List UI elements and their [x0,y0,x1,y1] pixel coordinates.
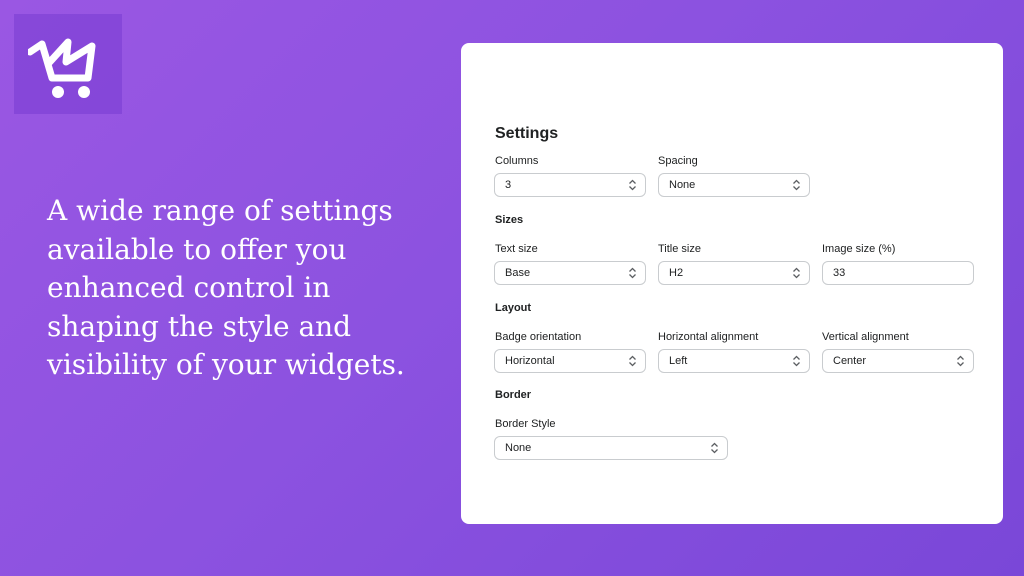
title-size-label: Title size [658,243,701,255]
settings-panel: Settings Columns 3 Spacing None Sizes Te… [461,43,1003,524]
vertical-alignment-label: Vertical alignment [822,331,909,343]
select-chevron-icon [629,179,636,191]
select-chevron-icon [711,442,718,454]
badge-orientation-select[interactable]: Horizontal [494,349,646,373]
panel-title: Settings [495,125,559,142]
select-chevron-icon [957,355,964,367]
text-size-value: Base [505,267,531,279]
select-chevron-icon [629,355,636,367]
border-style-label: Border Style [495,418,556,430]
spacing-select[interactable]: None [658,173,810,197]
border-heading: Border [495,389,532,401]
select-chevron-icon [793,355,800,367]
horizontal-alignment-value: Left [669,355,688,367]
tagline: A wide range of settings available to of… [47,194,405,381]
border-style-select[interactable]: None [494,436,728,460]
border-style-value: None [505,442,532,454]
brand-logo [14,14,122,114]
columns-label: Columns [495,155,539,167]
image-size-value: 33 [833,267,846,279]
title-size-value: H2 [669,267,684,279]
sizes-heading: Sizes [495,214,524,226]
spacing-value: None [669,179,696,191]
image-size-input[interactable]: 33 [822,261,974,285]
title-size-select[interactable]: H2 [658,261,810,285]
select-chevron-icon [793,179,800,191]
horizontal-alignment-label: Horizontal alignment [658,331,759,343]
vertical-alignment-select[interactable]: Center [822,349,974,373]
vertical-alignment-value: Center [833,355,867,367]
layout-heading: Layout [495,302,532,314]
badge-orientation-value: Horizontal [505,355,555,367]
badge-orientation-label: Badge orientation [495,331,582,343]
image-size-label: Image size (%) [822,243,896,255]
columns-value: 3 [505,179,512,191]
columns-select[interactable]: 3 [494,173,646,197]
cart-icon [28,38,96,98]
horizontal-alignment-select[interactable]: Left [658,349,810,373]
select-chevron-icon [793,267,800,279]
select-chevron-icon [629,267,636,279]
text-size-select[interactable]: Base [494,261,646,285]
text-size-label: Text size [495,243,538,255]
spacing-label: Spacing [658,155,698,167]
